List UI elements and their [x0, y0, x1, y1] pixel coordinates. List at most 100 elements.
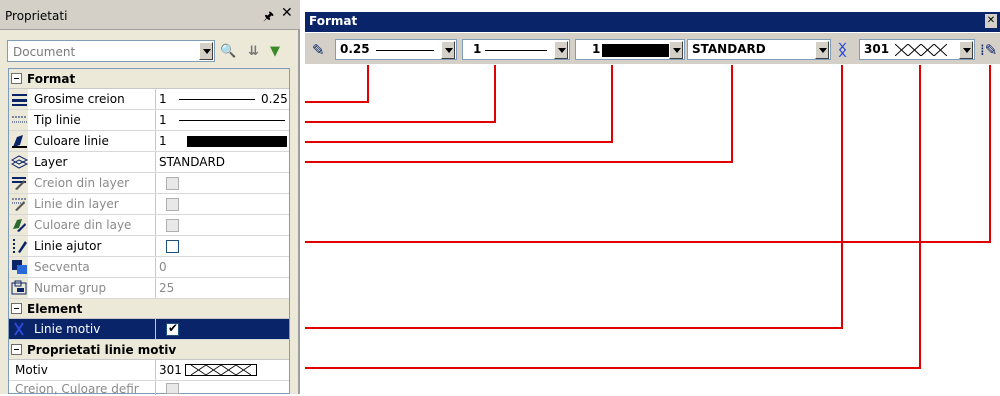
- layer-icon: [11, 155, 28, 169]
- line-sample: [485, 50, 547, 51]
- pattern-combo[interactable]: 301: [859, 39, 975, 60]
- column-divider: [155, 278, 156, 298]
- format-toolbar: ✎ 0.25 1 1 STANDARD ᛝ 301 ⁞✎: [305, 32, 1000, 64]
- pattern-line-icon[interactable]: ᛝ: [838, 41, 847, 59]
- chevron-down-icon[interactable]: [199, 42, 213, 60]
- row-culoare-din-layer[interactable]: Culoare din laye: [9, 215, 289, 236]
- column-divider: [155, 152, 156, 172]
- category-element[interactable]: Element: [9, 299, 289, 319]
- pen-thickness-icon: [12, 94, 27, 106]
- row-name: Secventa: [34, 260, 90, 274]
- expand-icon[interactable]: ⇊: [248, 44, 259, 59]
- collapse-icon[interactable]: [11, 344, 22, 355]
- chevron-down-icon[interactable]: [815, 41, 829, 59]
- row-creion-culoare[interactable]: Creion, Culoare defir: [9, 381, 289, 396]
- row-numar-grup[interactable]: Numar grup 25: [9, 278, 289, 299]
- column-divider: [155, 194, 156, 214]
- row-linie-ajutor[interactable]: Linie ajutor: [9, 236, 289, 257]
- checkbox[interactable]: [166, 177, 179, 190]
- row-name: Culoare din laye: [34, 218, 132, 232]
- row-value: 25: [159, 281, 175, 295]
- pin-icon[interactable]: 🖈: [263, 7, 274, 28]
- row-value: 1: [159, 134, 167, 148]
- line-color-combo[interactable]: 1: [575, 39, 685, 60]
- row-name: Culoare linie: [34, 134, 109, 148]
- connector-grosime: [305, 65, 369, 103]
- checkbox[interactable]: [166, 219, 179, 232]
- row-linie-din-layer[interactable]: Linie din layer: [9, 194, 289, 215]
- checkbox-checked[interactable]: [166, 321, 179, 336]
- row-name: Linie ajutor: [34, 239, 102, 253]
- column-divider: [155, 381, 156, 395]
- pattern-preview: [185, 364, 257, 376]
- row-name: Tip linie: [34, 113, 81, 127]
- connector-layer: [305, 65, 733, 163]
- row-name: Numar grup: [34, 281, 107, 295]
- toolbar-title: Format: [309, 14, 358, 28]
- row-culoare-linie[interactable]: Culoare linie 1: [9, 131, 289, 152]
- chevron-down-icon[interactable]: [959, 41, 973, 59]
- close-icon[interactable]: ✕: [281, 5, 293, 21]
- column-divider: [155, 236, 156, 256]
- checkbox[interactable]: [166, 383, 179, 394]
- layer-combo[interactable]: STANDARD: [687, 39, 831, 60]
- line-sample: [376, 50, 434, 51]
- category-pattern-properties[interactable]: Proprietati linie motiv: [9, 340, 289, 360]
- row-value: 1: [159, 113, 167, 127]
- line-type-combo[interactable]: 1: [462, 39, 570, 60]
- filter-icon[interactable]: ▼: [270, 44, 280, 59]
- row-grosime-creion[interactable]: Grosime creion 1 0.25: [9, 89, 289, 110]
- document-combo[interactable]: Document: [7, 40, 215, 62]
- row-name: Linie din layer: [34, 197, 119, 211]
- pen-thickness-combo[interactable]: 0.25: [335, 39, 457, 60]
- row-linie-motiv[interactable]: Linie motiv: [9, 319, 289, 340]
- checkbox[interactable]: [166, 240, 179, 253]
- zoom-icon[interactable]: 🔍: [220, 44, 236, 59]
- line-sample: [179, 99, 255, 100]
- collapse-icon[interactable]: [11, 303, 22, 314]
- color-from-layer-icon: [13, 219, 26, 232]
- row-name: Linie motiv: [34, 322, 101, 336]
- close-icon[interactable]: ✕: [985, 14, 997, 28]
- sequence-icon: [12, 260, 27, 274]
- row-name: Creion din layer: [34, 176, 130, 190]
- column-divider: [155, 173, 156, 193]
- chevron-down-icon[interactable]: [669, 41, 683, 59]
- row-tip-linie[interactable]: Tip linie 1: [9, 110, 289, 131]
- row-secventa[interactable]: Secventa 0: [9, 257, 289, 278]
- collapse-icon[interactable]: [11, 73, 22, 84]
- row-value: STANDARD: [159, 155, 226, 169]
- document-combo-value: Document: [13, 45, 76, 59]
- row-value: 0: [159, 260, 167, 274]
- connector-linie-motiv: [305, 65, 843, 329]
- checkbox[interactable]: [166, 198, 179, 211]
- column-divider: [155, 257, 156, 277]
- row-name: Grosime creion: [34, 92, 125, 106]
- panel-title-bar: Proprietati 🖈 ✕: [0, 0, 300, 30]
- row-creion-din-layer[interactable]: Creion din layer: [9, 173, 289, 194]
- combo-value: 1: [592, 42, 601, 56]
- row-value-2: 0.25: [261, 92, 288, 106]
- color-swatch: [602, 44, 672, 57]
- helper-line-icon: [13, 239, 27, 253]
- group-number-icon: [11, 280, 27, 295]
- row-layer[interactable]: Layer STANDARD: [9, 152, 289, 173]
- helper-line-icon[interactable]: ⁞✎: [980, 41, 997, 59]
- line-color-icon: [12, 135, 27, 148]
- pen-from-layer-icon: [12, 177, 26, 190]
- column-divider: [155, 360, 156, 380]
- row-value: 301: [159, 363, 182, 377]
- pattern-line-icon: [14, 322, 24, 336]
- chevron-down-icon[interactable]: [554, 41, 568, 59]
- line-from-layer-icon: [12, 198, 26, 211]
- connector-linie-ajutor: [305, 65, 991, 243]
- eyedropper-icon[interactable]: ✎: [312, 41, 325, 59]
- row-motiv[interactable]: Motiv 301: [9, 360, 289, 381]
- combo-value: STANDARD: [692, 42, 766, 56]
- chevron-down-icon[interactable]: [441, 41, 455, 59]
- combo-value: 301: [864, 42, 890, 56]
- category-label: Proprietati linie motiv: [27, 343, 177, 357]
- connector-culoare: [305, 65, 613, 143]
- line-type-icon: [12, 116, 27, 123]
- category-format[interactable]: Format: [9, 69, 289, 89]
